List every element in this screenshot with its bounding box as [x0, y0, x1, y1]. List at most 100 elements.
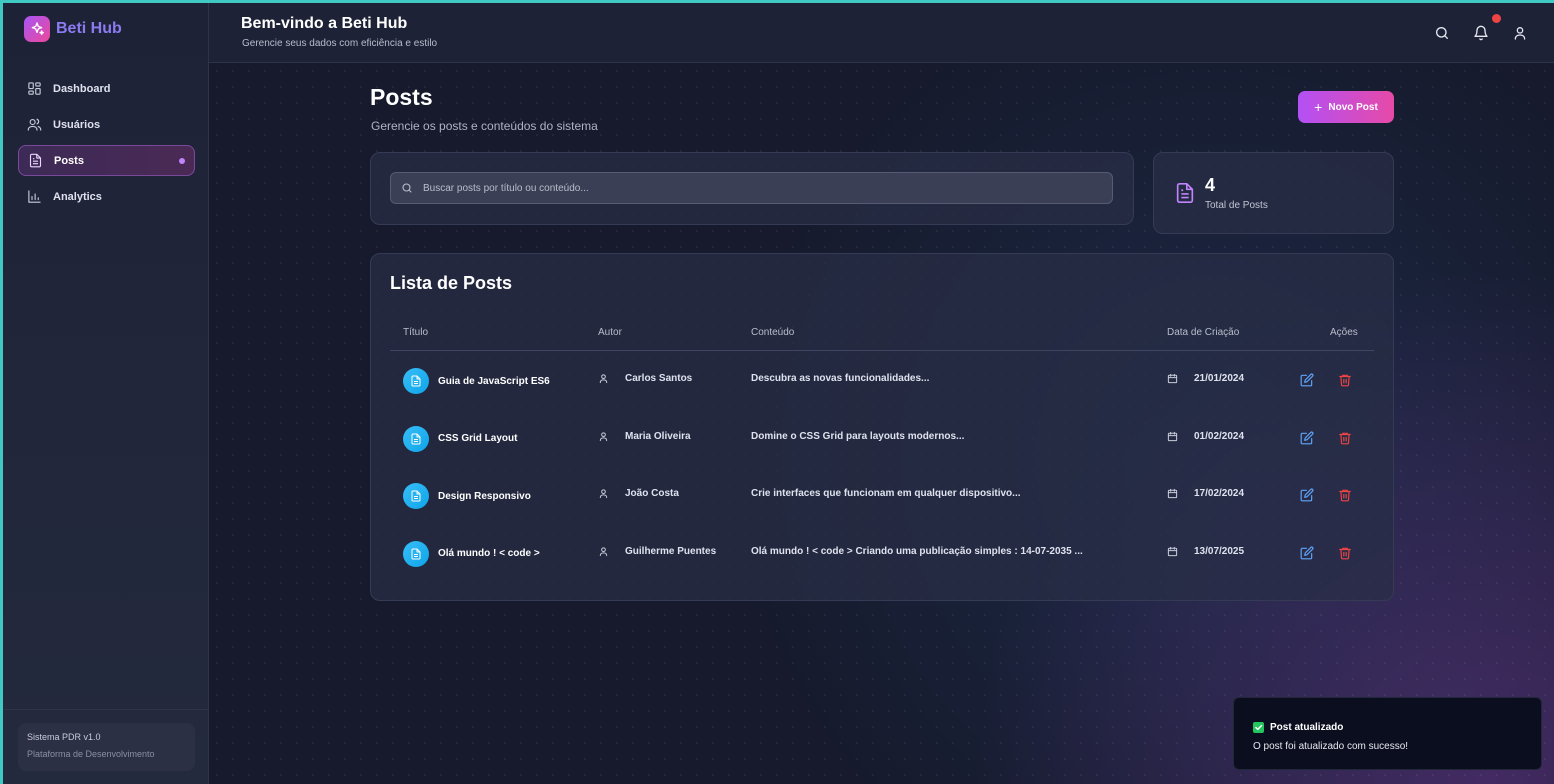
- post-author: Carlos Santos: [625, 373, 693, 384]
- sidebar-item-dashboard[interactable]: Dashboard: [18, 73, 195, 104]
- header-subtitle: Gerencie seus dados com eficiência e est…: [242, 38, 438, 49]
- document-icon: [403, 483, 429, 509]
- column-header-author[interactable]: Autor: [598, 327, 622, 338]
- edit-icon[interactable]: [1300, 488, 1314, 502]
- calendar-icon: [1167, 431, 1186, 442]
- user-icon: [598, 373, 617, 384]
- post-title-cell[interactable]: Guia de JavaScript ES6: [403, 368, 550, 394]
- calendar-icon: [1167, 373, 1186, 384]
- toast-title-row: Post atualizado: [1253, 722, 1343, 733]
- post-date: 21/01/2024: [1194, 373, 1245, 384]
- plus-icon: +: [1314, 99, 1323, 115]
- post-date: 17/02/2024: [1194, 488, 1245, 499]
- document-icon: [29, 153, 42, 168]
- sidebar-item-label: Dashboard: [53, 82, 111, 95]
- sidebar-item-analytics[interactable]: Analytics: [18, 181, 195, 212]
- active-indicator: [179, 158, 185, 164]
- toast-notification[interactable]: Post atualizado O post foi atualizado co…: [1233, 697, 1542, 770]
- calendar-icon: [1167, 488, 1186, 499]
- post-title-cell[interactable]: Olá mundo ! < code >: [403, 540, 540, 567]
- trash-icon[interactable]: [1338, 488, 1352, 502]
- post-content-cell: Descubra as novas funcionalidades...: [751, 373, 929, 384]
- notification-badge: [1492, 14, 1501, 23]
- toast-title: Post atualizado: [1270, 722, 1344, 733]
- bell-icon[interactable]: [1473, 25, 1489, 41]
- new-post-button[interactable]: + Novo Post: [1298, 91, 1394, 123]
- table-row[interactable]: Olá mundo ! < code > Guilherme Puentes Olá…: [390, 525, 1374, 582]
- document-icon: [403, 368, 429, 394]
- table-header: Título Autor Conteúdo Data de Criação Aç…: [390, 317, 1374, 351]
- toast-message: O post foi atualizado com sucesso!: [1253, 741, 1409, 752]
- sidebar-item-label: Analytics: [53, 190, 102, 203]
- post-date: 01/02/2024: [1194, 430, 1245, 442]
- post-content: Descubra as novas funcionalidades...: [751, 373, 930, 384]
- column-header-content[interactable]: Conteúdo: [751, 327, 794, 338]
- post-content-cell: Olá mundo ! < code > Criando uma publica…: [751, 546, 1083, 557]
- main-content: Posts Gerencie os posts e conteúdos do s…: [209, 63, 1554, 784]
- table-row[interactable]: Guia de JavaScript ES6 Carlos Santos Descu…: [390, 352, 1374, 409]
- column-header-title[interactable]: Título: [403, 327, 428, 338]
- post-author: Guilherme Puentes: [625, 545, 717, 557]
- system-version: Sistema PDR v1.0: [27, 732, 101, 742]
- trash-icon[interactable]: [1338, 431, 1352, 445]
- table-row[interactable]: CSS Grid Layout Maria Oliveira Domine o CS…: [390, 410, 1374, 467]
- total-posts-card: 4 Total de Posts: [1153, 152, 1394, 234]
- system-subtitle: Plataforma de Desenvolvimento: [27, 749, 155, 759]
- calendar-icon: [1167, 546, 1186, 557]
- edit-icon[interactable]: [1300, 546, 1314, 560]
- post-date-cell: 17/02/2024: [1167, 488, 1244, 499]
- edit-icon[interactable]: [1300, 373, 1314, 387]
- header-title: Bem-vindo a Beti Hub: [241, 15, 408, 32]
- search-box[interactable]: [390, 172, 1113, 204]
- list-title: Lista de Posts: [390, 273, 513, 293]
- system-info-card: Sistema PDR v1.0 Plataforma de Desenvolv…: [18, 723, 195, 771]
- dashboard-icon: [28, 82, 41, 95]
- post-author: João Costa: [625, 488, 679, 499]
- post-author: Maria Oliveira: [625, 430, 691, 442]
- post-date-cell: 13/07/2025: [1167, 546, 1244, 557]
- post-date-cell: 01/02/2024: [1167, 431, 1244, 442]
- brand[interactable]: Beti Hub: [24, 16, 122, 42]
- post-author-cell: Guilherme Puentes: [598, 546, 716, 557]
- search-input[interactable]: [423, 182, 1073, 194]
- user-icon[interactable]: [1512, 25, 1528, 41]
- app-window: Beti Hub Dashboard Usuários Posts Analyt…: [3, 3, 1554, 784]
- post-author-cell: João Costa: [598, 488, 679, 499]
- search-icon[interactable]: [1434, 25, 1450, 41]
- edit-icon[interactable]: [1300, 431, 1314, 445]
- total-posts-label: Total de Posts: [1205, 200, 1268, 211]
- sidebar: Beti Hub Dashboard Usuários Posts Analyt…: [3, 3, 209, 784]
- search-icon: [402, 183, 412, 193]
- bar-chart-icon: [28, 190, 41, 203]
- post-date-cell: 21/01/2024: [1167, 373, 1244, 384]
- brand-name: Beti Hub: [56, 20, 122, 37]
- users-icon: [27, 118, 42, 131]
- post-content: Crie interfaces que funcionam em qualque…: [751, 488, 1021, 499]
- document-icon: [403, 425, 429, 452]
- post-date: 13/07/2025: [1194, 545, 1245, 557]
- page-subtitle: Gerencie os posts e conteúdos do sistema: [371, 119, 598, 133]
- post-content-cell: Domine o CSS Grid para layouts modernos.…: [751, 431, 964, 442]
- column-header-date[interactable]: Data de Criação: [1167, 327, 1239, 338]
- sidebar-item-usuarios[interactable]: Usuários: [18, 109, 195, 140]
- post-author-cell: Maria Oliveira: [598, 431, 691, 442]
- post-title-cell[interactable]: Design Responsivo: [403, 483, 531, 509]
- total-posts-count: 4: [1205, 175, 1216, 195]
- table-row[interactable]: Design Responsivo João Costa Crie interfac…: [390, 467, 1374, 524]
- sidebar-item-posts[interactable]: Posts: [18, 145, 195, 176]
- sidebar-nav: Dashboard Usuários Posts Analytics: [18, 73, 195, 217]
- post-content: Olá mundo ! < code > Criando uma publica…: [751, 545, 1083, 557]
- user-icon: [598, 546, 617, 557]
- trash-icon[interactable]: [1338, 373, 1352, 387]
- sparkles-icon: [24, 16, 50, 42]
- top-header: Bem-vindo a Beti Hub Gerencie seus dados…: [209, 3, 1554, 63]
- document-icon: [1176, 183, 1194, 203]
- page-title: Posts: [370, 84, 433, 110]
- user-icon: [598, 488, 617, 499]
- post-title-cell[interactable]: CSS Grid Layout: [403, 425, 518, 452]
- post-content: Domine o CSS Grid para layouts modernos.…: [751, 430, 965, 442]
- new-post-label: Novo Post: [1328, 101, 1378, 113]
- column-header-actions: Ações: [1330, 327, 1358, 338]
- post-title: CSS Grid Layout: [438, 433, 518, 444]
- trash-icon[interactable]: [1338, 546, 1352, 560]
